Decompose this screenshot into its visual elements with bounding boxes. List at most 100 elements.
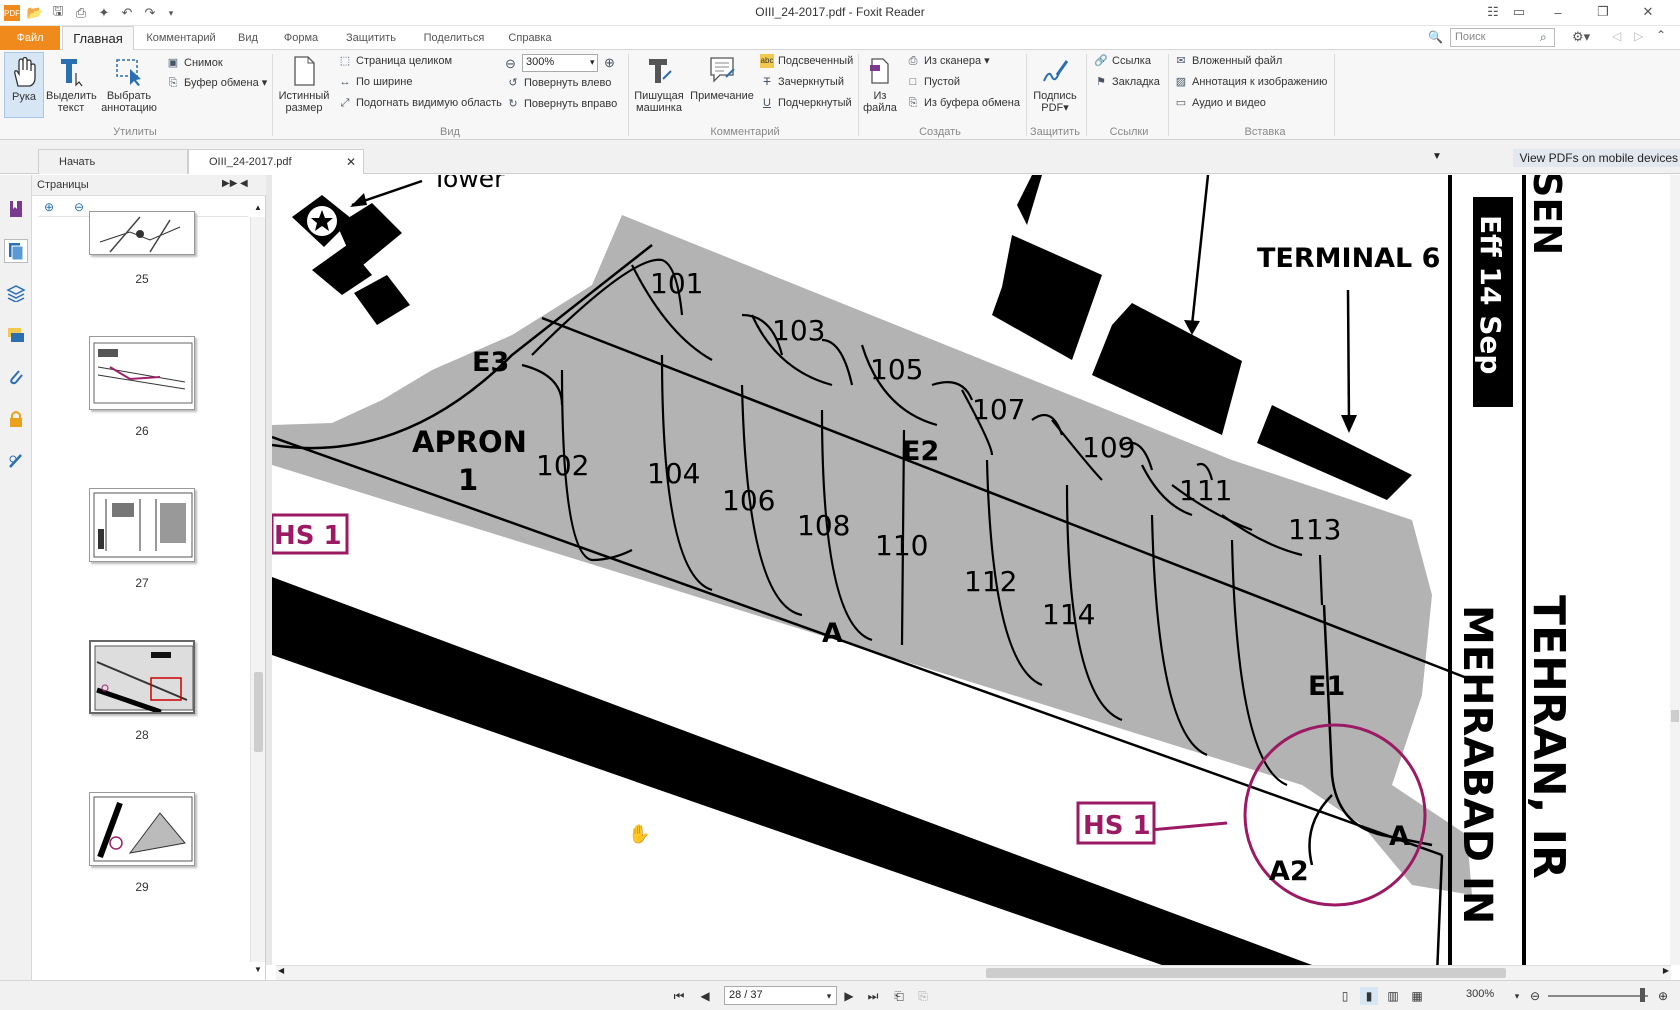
hand-tool-button[interactable]: Рука [4,52,44,118]
scroll-left-icon[interactable]: ◀ [278,966,284,975]
vscroll-thumb[interactable] [1671,710,1679,722]
thumb-zoom-out-icon[interactable]: ⊖ [74,200,84,214]
layout-icon[interactable]: ☷ [1480,2,1506,22]
minimize-button[interactable]: – [1545,2,1571,22]
security-panel-icon[interactable] [4,407,28,431]
document-horizontal-scrollbar[interactable]: ◀ ▶ [276,965,1671,980]
bookmarks-panel-icon[interactable] [4,197,28,221]
from-clipboard-button[interactable]: ⎘ Из буфера обмена [906,94,1020,112]
pages-scrollbar[interactable]: ▲ ▼ [250,203,265,974]
expand-panel-icon[interactable]: ▶▶ [222,178,237,189]
clipboard-button[interactable]: ⎘ Буфер обмена ▾ [166,74,268,92]
tab-form[interactable]: Форма [276,26,326,50]
zoom-level-dropdown-icon[interactable]: ▾ [1508,987,1526,1005]
scroll-right-icon[interactable]: ▶ [1663,966,1669,975]
status-zoom-in-icon[interactable]: ⊕ [1654,987,1672,1005]
settings-icon[interactable]: ⚙▾ [1572,29,1590,45]
link-button[interactable]: 🔗 Ссылка [1094,52,1151,70]
zoom-slider[interactable] [1548,995,1648,997]
from-file-button[interactable]: Из файла [862,52,898,114]
from-scanner-button[interactable]: ⎙ Из сканера ▾ [906,52,990,70]
collapse-ribbon-icon[interactable]: ⌃ [1656,28,1666,42]
collapse-panel-icon[interactable]: ◀ [240,178,248,189]
print-icon[interactable]: ⎙ [72,4,90,22]
page-thumbnail[interactable] [89,488,195,562]
document-view[interactable]: Tower TERMINAL 6 APRON 1 HS 1 HS 1 101 1… [266,175,1680,965]
zoom-in-icon[interactable]: ⊕ [604,55,615,71]
last-page-icon[interactable]: ⏭ [864,987,882,1005]
tab-share[interactable]: Поделиться [414,26,494,50]
pages-scrollbar-thumb[interactable] [254,672,263,752]
page-dropdown-icon[interactable]: ▾ [820,987,838,1005]
sign-pdf-button[interactable]: Подпись PDF▾ [1030,52,1080,114]
close-button[interactable]: ✕ [1635,2,1661,22]
create-pdf-icon[interactable]: ✦ [95,4,113,22]
tab-help[interactable]: Справка [500,26,560,50]
zoom-select[interactable]: 300% [522,54,598,72]
select-text-button[interactable]: Выделить текст [46,52,97,114]
first-page-icon[interactable]: ⏮ [670,987,688,1005]
previous-view-icon[interactable]: ⎗ [890,987,908,1005]
customize-icon[interactable]: ▾ [162,4,180,22]
tab-protect[interactable]: Защитить [336,26,406,50]
open-icon[interactable]: 📂 [26,4,44,22]
scroll-up-icon[interactable]: ▲ [254,203,262,212]
pages-panel-icon[interactable] [4,239,28,263]
attach-file-button[interactable]: ✉ Вложенный файл [1174,52,1282,70]
tabs-dropdown-icon[interactable]: ▼ [1432,151,1442,162]
bookmark-button[interactable]: ⚑ Закладка [1094,73,1160,91]
status-zoom-out-icon[interactable]: ⊖ [1526,987,1544,1005]
audio-video-button[interactable]: ▭ Аудио и видео [1174,94,1266,112]
attachments-panel-icon[interactable] [4,365,28,389]
typewriter-button[interactable]: Пишущая машинка [632,52,686,114]
actual-size-button[interactable]: Истинный размер [278,52,330,114]
maximize-button[interactable]: ❐ [1590,2,1616,22]
next-view-icon[interactable]: ⎘ [914,987,932,1005]
undo-icon[interactable]: ↶ [118,4,136,22]
hscroll-thumb[interactable] [986,968,1506,978]
rotate-right-button[interactable]: ↻ Повернуть вправо [506,95,617,113]
page-thumbnail-current[interactable] [89,640,195,714]
page-thumbnail[interactable] [89,211,195,255]
single-page-icon[interactable]: ▯ [1336,987,1354,1005]
select-annotation-button[interactable]: Выбрать аннотацию [100,52,158,114]
blank-button[interactable]: □ Пустой [906,73,960,91]
save-icon[interactable]: 🖫 [49,3,67,22]
document-vertical-scrollbar[interactable] [1670,175,1680,965]
snapshot-button[interactable]: ▣ Снимок [166,54,223,72]
previous-page-icon[interactable]: ◀ [696,987,714,1005]
tab-document[interactable]: OIII_24-2017.pdf ✕ [188,149,364,174]
continuous-facing-icon[interactable]: ▦ [1408,987,1426,1005]
back-icon[interactable]: ◁ [1612,29,1621,43]
page-thumbnail[interactable] [89,336,195,410]
continuous-page-icon[interactable]: ▮ [1360,987,1378,1005]
underline-button[interactable]: U Подчеркнутый [760,94,852,112]
redo-icon[interactable]: ↷ [141,4,159,22]
fit-page-button[interactable]: ⬚ Страница целиком [338,52,452,70]
tab-home[interactable]: Главная [62,26,134,51]
tab-view[interactable]: Вид [228,26,268,50]
zoom-slider-handle[interactable] [1640,988,1645,1002]
note-button[interactable]: Примечание [690,52,754,102]
next-page-icon[interactable]: ▶ [840,987,858,1005]
fit-visible-button[interactable]: ⤢ Подогнать видимую область [338,94,502,112]
strikeout-button[interactable]: T Зачеркнутый [760,73,844,91]
forward-icon[interactable]: ▷ [1634,29,1643,43]
scroll-down-icon[interactable]: ▼ [254,965,262,974]
zoom-out-icon[interactable]: ⊖ [505,56,516,72]
fit-width-button[interactable]: ↔ По ширине [338,73,413,91]
find-icon[interactable]: 🔍 [1428,30,1443,44]
facing-page-icon[interactable]: ▥ [1384,987,1402,1005]
tab-comment[interactable]: Комментарий [140,26,222,50]
layers-panel-icon[interactable] [4,281,28,305]
tab-file[interactable]: Файл [0,26,60,50]
mobile-banner[interactable]: View PDFs on mobile devices [1513,149,1680,167]
rotate-left-button[interactable]: ↺ Повернуть влево [506,74,611,92]
restore-ribbon-icon[interactable]: ▭ [1506,2,1532,22]
page-thumbnail[interactable] [89,792,195,866]
thumb-zoom-in-icon[interactable]: ⊕ [44,200,54,214]
image-annotation-button[interactable]: ▨ Аннотация к изображению [1174,73,1328,91]
signatures-panel-icon[interactable] [4,449,28,473]
highlight-button[interactable]: abc Подсвеченный [760,52,853,70]
tab-start[interactable]: Начать [38,149,188,174]
